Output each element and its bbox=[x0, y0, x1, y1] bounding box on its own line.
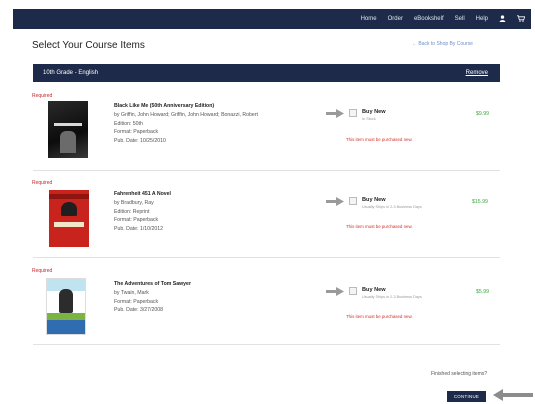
top-nav: Home Order eBookshelf Sell Help bbox=[361, 9, 526, 29]
book-details: by Twain, Mark Format: Paperback Pub. Da… bbox=[114, 289, 163, 315]
purchase-new-note: This item must be purchased new. bbox=[346, 137, 413, 142]
book-edition: Edition: Reprint bbox=[114, 208, 150, 215]
book-pub-date: Pub. Date: 1/10/2012 bbox=[114, 225, 164, 232]
book-cover-image bbox=[49, 190, 89, 247]
book-format: Format: Paperback bbox=[114, 298, 159, 305]
book-title[interactable]: The Adventures of Tom Sawyer bbox=[114, 281, 191, 287]
buy-new-label: Buy New bbox=[362, 109, 386, 115]
pointer-arrow-icon bbox=[326, 197, 344, 206]
stock-status: Usually Ships in 2-3 Business Days bbox=[362, 295, 422, 299]
required-label: Required bbox=[32, 93, 53, 99]
pointer-arrow-icon bbox=[493, 389, 533, 401]
book-title[interactable]: Fahrenheit 451 A Novel bbox=[114, 191, 171, 197]
purchase-new-note: This item must be purchased new. bbox=[346, 224, 413, 229]
item-price: $5.99 bbox=[476, 289, 489, 295]
remove-course-link[interactable]: Remove bbox=[466, 70, 488, 76]
book-details: by Bradbury, Ray Edition: Reprint Format… bbox=[114, 199, 163, 233]
book-pub-date: Pub. Date: 3/27/2008 bbox=[114, 307, 164, 314]
buy-new-label: Buy New bbox=[362, 287, 386, 293]
book-cover-image bbox=[46, 278, 86, 335]
required-label: Required bbox=[32, 180, 53, 186]
book-author: by Griffin, John Howard; Griffin, John H… bbox=[114, 112, 258, 118]
nav-ebookshelf-link[interactable]: eBookshelf bbox=[414, 16, 444, 22]
book-edition: Edition: 50th bbox=[114, 120, 143, 127]
item-divider bbox=[33, 170, 500, 171]
book-cover-image bbox=[48, 101, 88, 158]
book-format: Format: Paperback bbox=[114, 217, 159, 224]
buy-new-label: Buy New bbox=[362, 197, 386, 203]
book-format: Format: Paperback bbox=[114, 129, 159, 136]
page-title: Select Your Course Items bbox=[32, 40, 145, 51]
item-price: $15.99 bbox=[472, 199, 488, 205]
back-to-shop-link[interactable]: ← Back to Shop By Course bbox=[412, 41, 473, 47]
course-header-bar: 10th Grade - English Remove bbox=[33, 64, 500, 82]
nav-order-link[interactable]: Order bbox=[388, 16, 403, 22]
continue-button[interactable]: CONTINUE bbox=[447, 391, 486, 402]
required-label: Required bbox=[32, 268, 53, 274]
pointer-arrow-icon bbox=[326, 287, 344, 296]
continue-button-label: CONTINUE bbox=[453, 394, 480, 399]
stock-status: Usually Ships in 2-3 Business Days bbox=[362, 205, 422, 209]
item-divider bbox=[33, 344, 500, 345]
buy-new-checkbox[interactable] bbox=[349, 109, 357, 117]
user-icon[interactable] bbox=[499, 14, 506, 24]
book-pub-date: Pub. Date: 10/25/2010 bbox=[114, 137, 166, 144]
item-price: $9.99 bbox=[476, 111, 489, 117]
stock-status: In Stock bbox=[362, 117, 376, 121]
nav-help-link[interactable]: Help bbox=[476, 16, 488, 22]
book-details: by Griffin, John Howard; Griffin, John H… bbox=[114, 111, 258, 145]
book-author: by Twain, Mark bbox=[114, 290, 149, 296]
item-divider bbox=[33, 257, 500, 258]
finished-selecting-label: Finished selecting items? bbox=[431, 371, 488, 377]
buy-new-checkbox[interactable] bbox=[349, 287, 357, 295]
nav-home-link[interactable]: Home bbox=[361, 16, 377, 22]
course-title: 10th Grade - English bbox=[43, 70, 99, 76]
buy-new-checkbox[interactable] bbox=[349, 197, 357, 205]
cart-icon[interactable] bbox=[517, 14, 526, 24]
nav-sell-link[interactable]: Sell bbox=[455, 16, 465, 22]
book-author: by Bradbury, Ray bbox=[114, 200, 154, 206]
pointer-arrow-icon bbox=[326, 109, 344, 118]
purchase-new-note: This item must be purchased new. bbox=[346, 314, 413, 319]
top-nav-bar: Home Order eBookshelf Sell Help bbox=[13, 9, 531, 29]
book-title[interactable]: Black Like Me (50th Anniversary Edition) bbox=[114, 103, 214, 109]
